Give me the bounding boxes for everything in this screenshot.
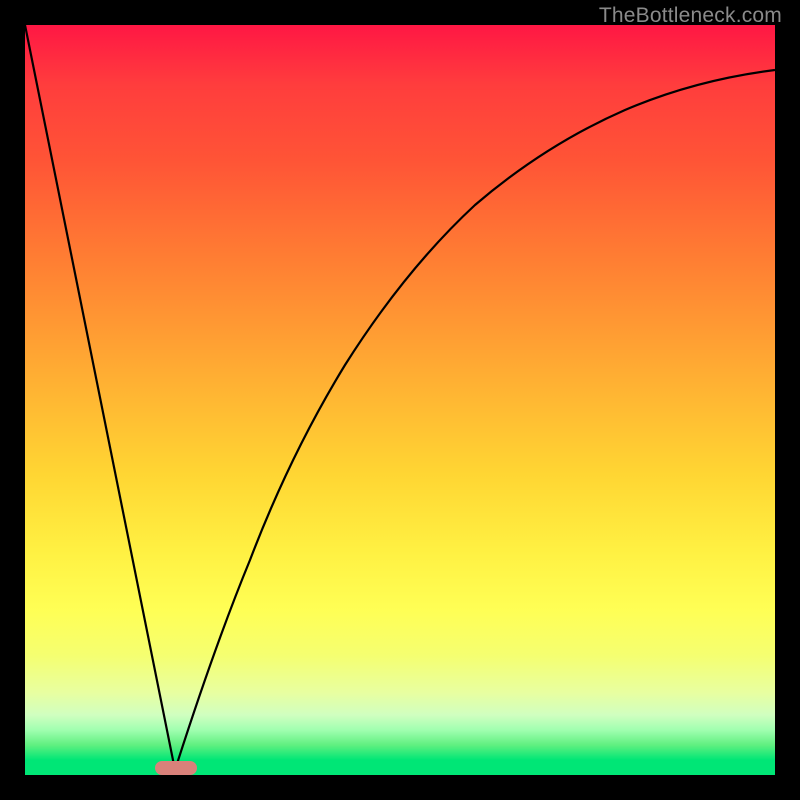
curve-layer: [25, 25, 775, 775]
watermark-label: TheBottleneck.com: [599, 4, 782, 28]
right-curve: [175, 70, 775, 770]
plot-area: [25, 25, 775, 775]
left-line: [25, 25, 175, 770]
optimal-marker: [155, 761, 197, 775]
bottleneck-chart: TheBottleneck.com: [0, 0, 800, 800]
